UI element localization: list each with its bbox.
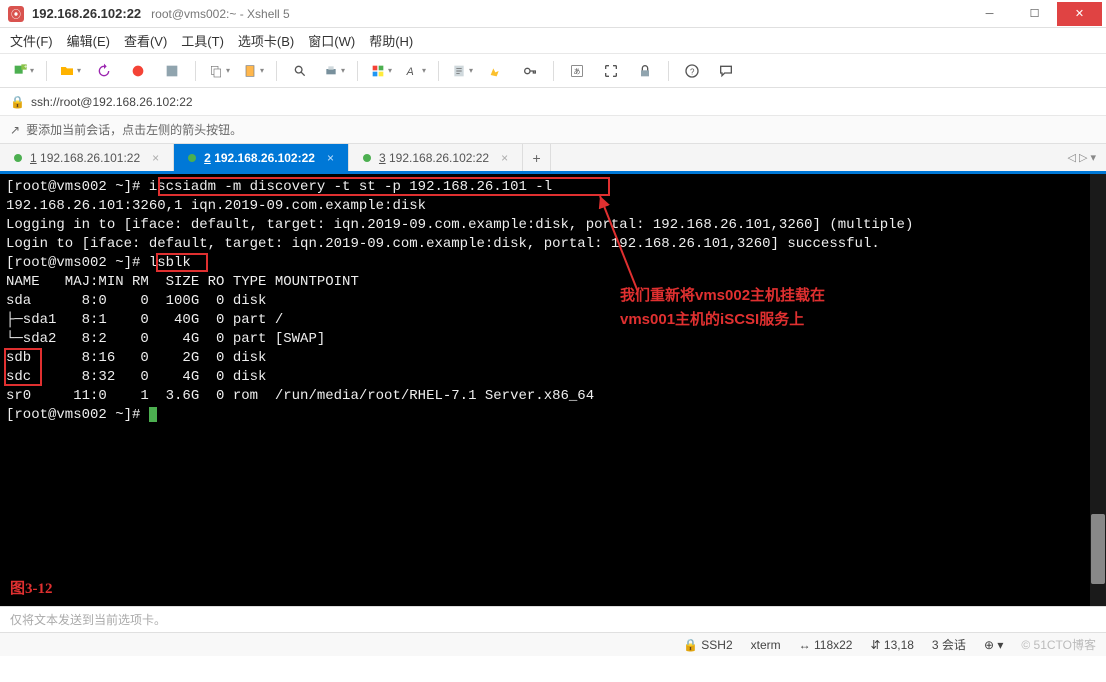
tab-bar: 1 192.168.26.101:22 × 2 192.168.26.102:2… xyxy=(0,144,1106,174)
tab-close-icon[interactable]: × xyxy=(327,151,334,165)
tab-nav-buttons[interactable]: ◁ ▷ ▾ xyxy=(1057,144,1106,171)
lock-icon[interactable] xyxy=(630,58,660,84)
status-dot-icon xyxy=(188,154,196,162)
menu-tools[interactable]: 工具(T) xyxy=(181,31,224,50)
minimize-button[interactable]: ─ xyxy=(967,2,1012,26)
figure-label: 图3-12 xyxy=(10,577,53,598)
svg-text:?: ? xyxy=(690,67,695,76)
status-dot-icon xyxy=(363,154,371,162)
status-plus[interactable]: ⊕ ▾ xyxy=(984,638,1003,652)
status-bar: 🔒 SSH2 xterm ↔ 118x22 ⇵ 13,18 3 会话 ⊕ ▾ ©… xyxy=(0,632,1106,656)
svg-text:+: + xyxy=(24,64,27,70)
toolbar-separator xyxy=(357,61,358,81)
watermark: © 51CTO博客 xyxy=(1021,636,1096,653)
reconnect-icon[interactable] xyxy=(89,58,119,84)
scrollbar-thumb[interactable] xyxy=(1091,514,1105,584)
address-bar: 🔒 ssh://root@192.168.26.102:22 xyxy=(0,88,1106,116)
terminal-scrollbar[interactable] xyxy=(1090,174,1106,606)
paste-icon[interactable] xyxy=(238,58,268,84)
key-icon[interactable] xyxy=(515,58,545,84)
tab-add-button[interactable]: + xyxy=(523,144,551,171)
address-url[interactable]: ssh://root@192.168.26.102:22 xyxy=(31,95,193,109)
add-session-arrow-icon[interactable]: ↗ xyxy=(10,123,20,137)
script-icon[interactable] xyxy=(447,58,477,84)
maximize-button[interactable]: ☐ xyxy=(1012,2,1057,26)
window-subtitle: root@vms002:~ - Xshell 5 xyxy=(151,7,290,21)
fullscreen-icon[interactable] xyxy=(596,58,626,84)
toolbar-separator xyxy=(553,61,554,81)
window-title: 192.168.26.102:22 xyxy=(32,6,141,21)
info-bar: ↗ 要添加当前会话，点击左侧的箭头按钮。 xyxy=(0,116,1106,144)
toolbar-separator xyxy=(195,61,196,81)
find-icon[interactable] xyxy=(285,58,315,84)
toolbar-separator xyxy=(438,61,439,81)
color-icon[interactable] xyxy=(366,58,396,84)
tab-close-icon[interactable]: × xyxy=(152,151,159,165)
terminal-pane[interactable]: [root@vms002 ~]# iscsiadm -m discovery -… xyxy=(0,174,1106,606)
menu-window[interactable]: 窗口(W) xyxy=(308,31,355,50)
toolbar-separator xyxy=(46,61,47,81)
compose-input[interactable]: 仅将文本发送到当前选项卡。 xyxy=(0,606,1106,632)
svg-text:A: A xyxy=(406,66,414,78)
menu-edit[interactable]: 编辑(E) xyxy=(67,31,110,50)
info-text: 要添加当前会话，点击左侧的箭头按钮。 xyxy=(26,121,242,138)
toolbar-separator xyxy=(668,61,669,81)
menu-help[interactable]: 帮助(H) xyxy=(369,31,413,50)
session-tab-1[interactable]: 1 192.168.26.101:22 × xyxy=(0,144,174,171)
status-term: xterm xyxy=(751,638,781,652)
menu-view[interactable]: 查看(V) xyxy=(124,31,167,50)
menu-bar: 文件(F) 编辑(E) 查看(V) 工具(T) 选项卡(B) 窗口(W) 帮助(… xyxy=(0,28,1106,54)
session-tab-2[interactable]: 2 192.168.26.102:22 × xyxy=(174,144,349,171)
toolbar-separator xyxy=(276,61,277,81)
properties-icon[interactable] xyxy=(157,58,187,84)
status-cursor: ⇵ 13,18 xyxy=(870,638,913,652)
status-sessions: 3 会话 xyxy=(932,636,966,653)
terminal-output[interactable]: [root@vms002 ~]# iscsiadm -m discovery -… xyxy=(0,174,1106,429)
font-icon[interactable]: A xyxy=(400,58,430,84)
cursor-pos-icon: ⇵ xyxy=(870,638,880,652)
help-icon[interactable]: ? xyxy=(677,58,707,84)
status-dot-icon xyxy=(14,154,22,162)
encoding-icon[interactable]: あ xyxy=(562,58,592,84)
open-icon[interactable] xyxy=(55,58,85,84)
chat-icon[interactable] xyxy=(711,58,741,84)
window-titlebar: ⦿ 192.168.26.102:22 root@vms002:~ - Xshe… xyxy=(0,0,1106,28)
menu-tabs[interactable]: 选项卡(B) xyxy=(238,31,294,50)
new-session-icon[interactable]: + xyxy=(8,58,38,84)
disconnect-icon[interactable] xyxy=(123,58,153,84)
toolbar: + A あ ? xyxy=(0,54,1106,88)
menu-file[interactable]: 文件(F) xyxy=(10,31,53,50)
close-button[interactable]: ✕ xyxy=(1057,2,1102,26)
ssh-lock-icon: 🔒 xyxy=(10,95,25,109)
svg-text:あ: あ xyxy=(574,67,581,75)
lock-small-icon: 🔒 xyxy=(683,638,698,652)
print-icon[interactable] xyxy=(319,58,349,84)
copy-icon[interactable] xyxy=(204,58,234,84)
annotation-text: 我们重新将vms002主机挂载在 vms001主机的iSCSI服务上 xyxy=(620,284,825,332)
tab-close-icon[interactable]: × xyxy=(501,151,508,165)
status-size: ↔ 118x22 xyxy=(799,638,853,652)
session-tab-3[interactable]: 3 192.168.26.102:22 × xyxy=(349,144,523,171)
size-icon: ↔ xyxy=(799,638,811,652)
app-icon: ⦿ xyxy=(8,6,24,22)
highlight-icon[interactable] xyxy=(481,58,511,84)
status-ssh: 🔒 SSH2 xyxy=(683,638,733,652)
